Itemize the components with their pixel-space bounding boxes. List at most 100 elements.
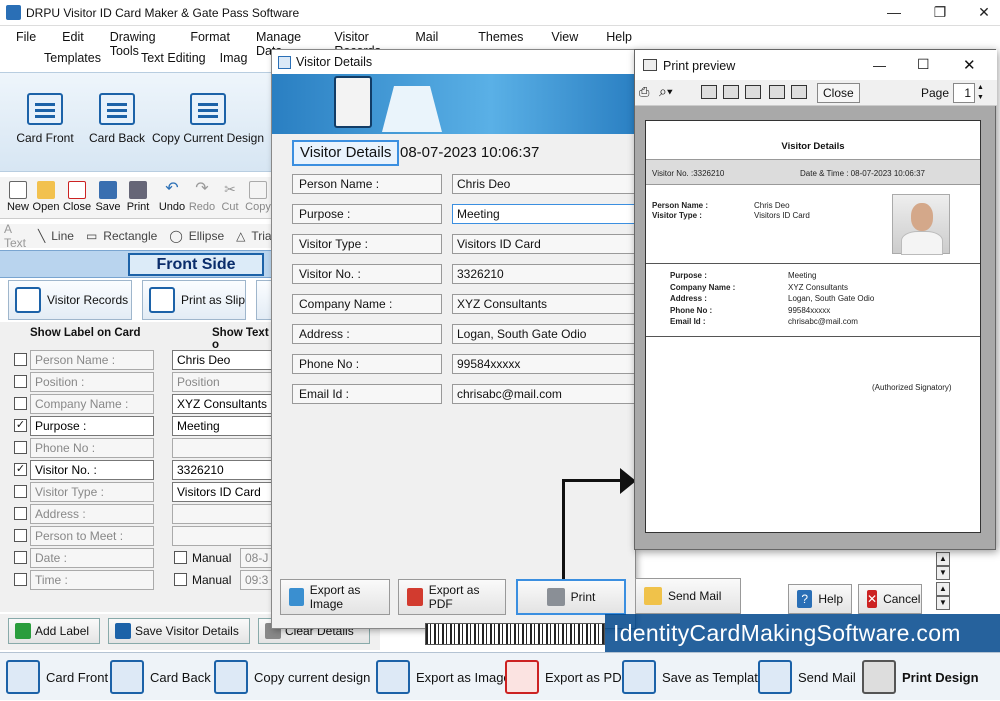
undo-button[interactable]: ↶ Undo [156, 177, 188, 214]
ellipse-tool[interactable]: ◯ Ellipse [169, 229, 230, 243]
show-label-checkbox[interactable] [14, 529, 27, 542]
print-button[interactable]: Print [122, 177, 154, 213]
value-field[interactable] [172, 438, 272, 458]
print-icon[interactable]: ⎙ [639, 84, 649, 100]
help-button[interactable]: ? Help [788, 584, 852, 614]
detail-value-input[interactable]: Meeting [452, 204, 636, 224]
value-field[interactable]: 08-J [240, 548, 272, 568]
label-field[interactable]: Company Name : [30, 394, 154, 414]
send-mail-button[interactable]: Send Mail [635, 578, 741, 614]
show-label-checkbox[interactable] [14, 551, 27, 564]
detail-value-input[interactable]: Visitors ID Card [452, 234, 636, 254]
manual-checkbox[interactable] [174, 573, 187, 586]
preview-minimize[interactable]: — [873, 58, 886, 73]
detail-value-input[interactable]: Chris Deo [452, 174, 636, 194]
add-label-button[interactable]: Add Label [8, 618, 100, 644]
visitor-records-button[interactable]: Visitor Records [8, 280, 132, 320]
export-image-button[interactable]: Export as Image [280, 579, 390, 615]
manual-checkbox[interactable] [174, 551, 187, 564]
label-field[interactable]: Person Name : [30, 350, 154, 370]
detail-value-input[interactable]: XYZ Consultants [452, 294, 636, 314]
label-field[interactable]: Phone No : [30, 438, 154, 458]
rectangle-tool[interactable]: ▭ Rectangle [86, 229, 163, 243]
preview-close-button[interactable]: Close [817, 83, 860, 103]
value-field[interactable]: Visitors ID Card [172, 482, 272, 502]
more-button[interactable] [256, 280, 272, 320]
preview-close-x[interactable]: ✕ [963, 56, 976, 74]
three-page-icon[interactable] [745, 85, 761, 99]
print-as-slip-button[interactable]: Print as Slip [142, 280, 246, 320]
copy-design-button[interactable]: Copy Current Design [150, 83, 266, 145]
print-dialog-button[interactable]: Print [516, 579, 626, 615]
close-button[interactable]: ✕ [974, 4, 994, 21]
detail-value-input[interactable]: 3326210 [452, 264, 636, 284]
spin-down-icon[interactable]: ▼ [936, 566, 950, 580]
value-field[interactable] [172, 504, 272, 524]
value-field[interactable]: Chris Deo [172, 350, 272, 370]
doc-type-label: Visitor Type : [652, 211, 702, 220]
label-field[interactable]: Time : [30, 570, 154, 590]
value-field[interactable]: XYZ Consultants [172, 394, 272, 414]
copy-button[interactable]: Copy [242, 177, 274, 213]
page-spinner-icon[interactable]: ▲ ▼ [977, 83, 987, 103]
detail-label: Purpose : [292, 204, 442, 224]
spin-down-icon-2[interactable]: ▼ [936, 596, 950, 610]
doc-detail-value: XYZ Consultants [788, 282, 849, 292]
detail-value-input[interactable]: Logan, South Gate Odio [452, 324, 636, 344]
save-visitor-button[interactable]: Save Visitor Details [108, 618, 250, 644]
value-field[interactable]: 3326210 [172, 460, 272, 480]
cancel-button[interactable]: ✕ Cancel [858, 584, 922, 614]
front-side-label[interactable]: Front Side [128, 253, 264, 276]
one-page-icon[interactable] [701, 85, 717, 99]
show-label-checkbox[interactable] [14, 573, 27, 586]
detail-value-input[interactable]: chrisabc@mail.com [452, 384, 636, 404]
six-page-icon[interactable] [791, 85, 807, 99]
tab-image[interactable]: Imag [220, 51, 248, 65]
show-label-checkbox[interactable] [14, 397, 27, 410]
open-button[interactable]: Open [30, 177, 62, 213]
page-number-input[interactable]: 1 [953, 83, 975, 103]
spin-up-icon-2[interactable]: ▲ [936, 582, 950, 596]
tab-text-editing[interactable]: Text Editing [141, 51, 206, 65]
maximize-button[interactable]: ❐ [930, 4, 950, 21]
doc-detail-value: Meeting [788, 271, 817, 280]
close-file-button[interactable]: Close [61, 177, 93, 213]
show-label-checkbox[interactable] [14, 507, 27, 520]
spin-up-icon[interactable]: ▲ [936, 552, 950, 566]
show-label-checkbox[interactable]: ✓ [14, 463, 27, 476]
card-front-button[interactable]: Card Front [12, 83, 78, 145]
dialog-icon [278, 56, 291, 69]
label-row: Address : [0, 504, 272, 526]
zoom-icon[interactable]: ⌕▾ [659, 83, 673, 100]
value-field[interactable]: Meeting [172, 416, 272, 436]
text-tool[interactable]: A Text [4, 222, 32, 250]
label-field[interactable]: Visitor No. : [30, 460, 154, 480]
label-field[interactable]: Position : [30, 372, 154, 392]
export-pdf-button[interactable]: Export as PDF [398, 579, 506, 615]
preview-maximize[interactable]: ☐ [917, 56, 930, 73]
minimize-button[interactable]: — [884, 4, 904, 20]
tab-templates[interactable]: Templates [44, 51, 101, 65]
value-field[interactable]: 09:3 [240, 570, 272, 590]
label-field[interactable]: Visitor Type : [30, 482, 154, 502]
show-label-checkbox[interactable] [14, 375, 27, 388]
two-page-icon[interactable] [723, 85, 739, 99]
label-field[interactable]: Purpose : [30, 416, 154, 436]
detail-value-input[interactable]: 99584xxxxx [452, 354, 636, 374]
show-label-checkbox[interactable] [14, 353, 27, 366]
value-field[interactable]: Position [172, 372, 272, 392]
card-back-button[interactable]: Card Back [84, 83, 150, 145]
doc-detail-label: Address : [670, 294, 707, 303]
show-label-checkbox[interactable]: ✓ [14, 419, 27, 432]
label-field[interactable]: Date : [30, 548, 154, 568]
four-page-icon[interactable] [769, 85, 785, 99]
show-label-checkbox[interactable] [14, 485, 27, 498]
envelope-icon [644, 587, 662, 605]
show-label-checkbox[interactable] [14, 441, 27, 454]
save-button[interactable]: Save [92, 177, 124, 213]
label-field[interactable]: Person to Meet : [30, 526, 154, 546]
line-tool[interactable]: ╲ Line [38, 229, 80, 243]
label-field[interactable]: Address : [30, 504, 154, 524]
template-strip-icon [622, 660, 656, 694]
value-field[interactable] [172, 526, 272, 546]
